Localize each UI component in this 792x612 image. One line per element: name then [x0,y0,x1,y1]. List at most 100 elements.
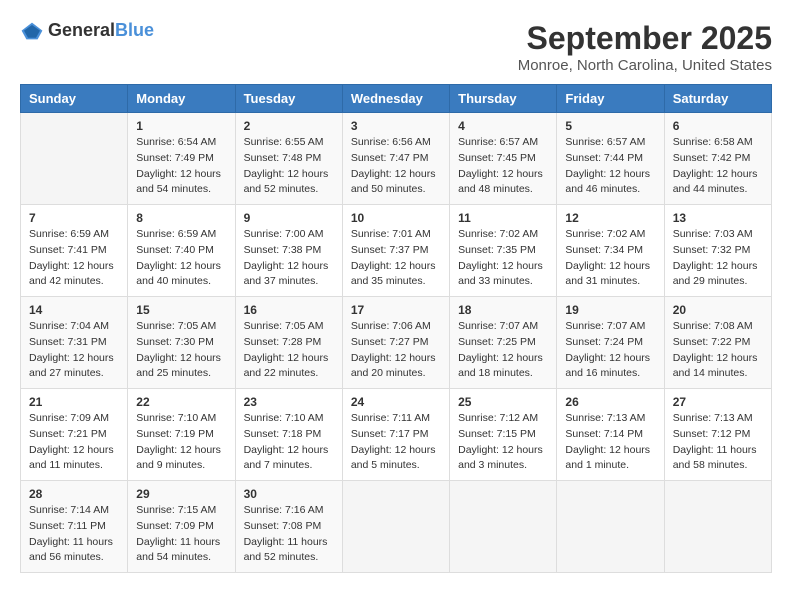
day-info: Sunrise: 7:10 AMSunset: 7:18 PMDaylight:… [244,411,334,474]
calendar-cell: 15Sunrise: 7:05 AMSunset: 7:30 PMDayligh… [128,297,235,389]
day-info: Sunrise: 7:07 AMSunset: 7:24 PMDaylight:… [565,319,655,382]
day-info: Sunrise: 6:56 AMSunset: 7:47 PMDaylight:… [351,135,441,198]
day-number: 27 [673,395,763,409]
day-info: Sunrise: 6:57 AMSunset: 7:45 PMDaylight:… [458,135,548,198]
calendar-cell: 11 Sunrise: 7:02 AMSunset: 7:35 PMDayligh… [450,205,557,297]
day-info: Sunrise: 7:16 AMSunset: 7:08 PMDaylight:… [244,503,334,566]
day-number: 26 [565,395,655,409]
day-number: 21 [29,395,119,409]
weekday-header-monday: Monday [128,85,235,113]
calendar-cell: 21 Sunrise: 7:09 AMSunset: 7:21 PMDayligh… [21,389,128,481]
day-info: Sunrise: 7:11 AMSunset: 7:17 PMDaylight:… [351,411,441,474]
weekday-header-friday: Friday [557,85,664,113]
calendar-cell [342,481,449,573]
calendar-cell: 19 Sunrise: 7:07 AMSunset: 7:24 PMDayligh… [557,297,664,389]
day-info: Sunrise: 7:09 AMSunset: 7:21 PMDaylight:… [29,411,119,474]
day-number: 9 [244,211,334,225]
day-number: 8 [136,211,226,225]
weekday-header-wednesday: Wednesday [342,85,449,113]
calendar-cell: 8 Sunrise: 6:59 AMSunset: 7:40 PMDaylight… [128,205,235,297]
calendar-cell: 18 Sunrise: 7:07 AMSunset: 7:25 PMDayligh… [450,297,557,389]
logo-general-text: General [48,20,115,40]
day-number: 6 [673,119,763,133]
calendar-cell [450,481,557,573]
day-info: Sunrise: 7:12 AMSunset: 7:15 PMDaylight:… [458,411,548,474]
day-info: Sunrise: 7:08 AMSunset: 7:22 PMDaylight:… [673,319,763,382]
calendar-table: SundayMondayTuesdayWednesdayThursdayFrid… [20,84,772,573]
logo: GeneralBlue [20,20,154,41]
month-title: September 2025 [518,20,772,57]
logo-blue-text: Blue [115,20,154,40]
day-info: Sunrise: 7:07 AMSunset: 7:25 PMDaylight:… [458,319,548,382]
week-row-4: 21 Sunrise: 7:09 AMSunset: 7:21 PMDayligh… [21,389,772,481]
calendar-cell: 9 Sunrise: 7:00 AMSunset: 7:38 PMDaylight… [235,205,342,297]
calendar-cell: 7 Sunrise: 6:59 AMSunset: 7:41 PMDaylight… [21,205,128,297]
day-number: 29 [136,487,226,501]
week-row-5: 28 Sunrise: 7:14 AMSunset: 7:11 PMDayligh… [21,481,772,573]
calendar-cell: 1 Sunrise: 6:54 AMSunset: 7:49 PMDaylight… [128,113,235,205]
day-number: 7 [29,211,119,225]
location-text: Monroe, North Carolina, United States [518,57,772,74]
calendar-cell: 29 Sunrise: 7:15 AMSunset: 7:09 PMDayligh… [128,481,235,573]
day-number: 11 [458,211,548,225]
calendar-cell: 12Sunrise: 7:02 AMSunset: 7:34 PMDayligh… [557,205,664,297]
calendar-cell: 25 Sunrise: 7:12 AMSunset: 7:15 PMDayligh… [450,389,557,481]
calendar-cell: 4 Sunrise: 6:57 AMSunset: 7:45 PMDaylight… [450,113,557,205]
day-number: 2 [244,119,334,133]
calendar-cell: 2 Sunrise: 6:55 AMSunset: 7:48 PMDaylight… [235,113,342,205]
calendar-cell [664,481,771,573]
calendar-cell [21,113,128,205]
calendar-cell: 5Sunrise: 6:57 AMSunset: 7:44 PMDaylight… [557,113,664,205]
page-header: GeneralBlue September 2025 Monroe, North… [20,20,772,74]
day-number: 18 [458,303,548,317]
day-number: 25 [458,395,548,409]
day-info: Sunrise: 6:55 AMSunset: 7:48 PMDaylight:… [244,135,334,198]
calendar-cell: 27 Sunrise: 7:13 AMSunset: 7:12 PMDayligh… [664,389,771,481]
day-number: 20 [673,303,763,317]
day-number: 15 [136,303,226,317]
day-number: 5 [565,119,655,133]
day-number: 1 [136,119,226,133]
day-number: 16 [244,303,334,317]
calendar-cell: 30Sunrise: 7:16 AMSunset: 7:08 PMDayligh… [235,481,342,573]
calendar-cell: 20 Sunrise: 7:08 AMSunset: 7:22 PMDayligh… [664,297,771,389]
day-info: Sunrise: 7:10 AMSunset: 7:19 PMDaylight:… [136,411,226,474]
day-info: Sunrise: 7:02 AMSunset: 7:35 PMDaylight:… [458,227,548,290]
calendar-cell: 24 Sunrise: 7:11 AMSunset: 7:17 PMDayligh… [342,389,449,481]
title-section: September 2025 Monroe, North Carolina, U… [518,20,772,74]
week-row-2: 7 Sunrise: 6:59 AMSunset: 7:41 PMDaylight… [21,205,772,297]
day-info: Sunrise: 7:14 AMSunset: 7:11 PMDaylight:… [29,503,119,566]
day-number: 4 [458,119,548,133]
day-info: Sunrise: 6:58 AMSunset: 7:42 PMDaylight:… [673,135,763,198]
day-number: 12 [565,211,655,225]
weekday-header-row: SundayMondayTuesdayWednesdayThursdayFrid… [21,85,772,113]
day-info: Sunrise: 7:15 AMSunset: 7:09 PMDaylight:… [136,503,226,566]
day-info: Sunrise: 6:59 AMSunset: 7:41 PMDaylight:… [29,227,119,290]
day-number: 19 [565,303,655,317]
day-number: 3 [351,119,441,133]
weekday-header-sunday: Sunday [21,85,128,113]
day-number: 24 [351,395,441,409]
day-info: Sunrise: 7:00 AMSunset: 7:38 PMDaylight:… [244,227,334,290]
day-number: 28 [29,487,119,501]
day-number: 13 [673,211,763,225]
day-number: 23 [244,395,334,409]
day-number: 10 [351,211,441,225]
calendar-cell: 16Sunrise: 7:05 AMSunset: 7:28 PMDayligh… [235,297,342,389]
weekday-header-tuesday: Tuesday [235,85,342,113]
day-info: Sunrise: 6:54 AMSunset: 7:49 PMDaylight:… [136,135,226,198]
calendar-cell: 6 Sunrise: 6:58 AMSunset: 7:42 PMDaylight… [664,113,771,205]
day-info: Sunrise: 7:13 AMSunset: 7:12 PMDaylight:… [673,411,763,474]
day-info: Sunrise: 6:59 AMSunset: 7:40 PMDaylight:… [136,227,226,290]
day-info: Sunrise: 7:03 AMSunset: 7:32 PMDaylight:… [673,227,763,290]
weekday-header-saturday: Saturday [664,85,771,113]
calendar-cell: 17Sunrise: 7:06 AMSunset: 7:27 PMDayligh… [342,297,449,389]
calendar-cell: 13 Sunrise: 7:03 AMSunset: 7:32 PMDayligh… [664,205,771,297]
calendar-cell: 28 Sunrise: 7:14 AMSunset: 7:11 PMDayligh… [21,481,128,573]
calendar-cell [557,481,664,573]
logo-icon [20,21,44,41]
calendar-cell: 14Sunrise: 7:04 AMSunset: 7:31 PMDayligh… [21,297,128,389]
calendar-cell: 10Sunrise: 7:01 AMSunset: 7:37 PMDayligh… [342,205,449,297]
day-number: 22 [136,395,226,409]
calendar-cell: 3 Sunrise: 6:56 AMSunset: 7:47 PMDaylight… [342,113,449,205]
